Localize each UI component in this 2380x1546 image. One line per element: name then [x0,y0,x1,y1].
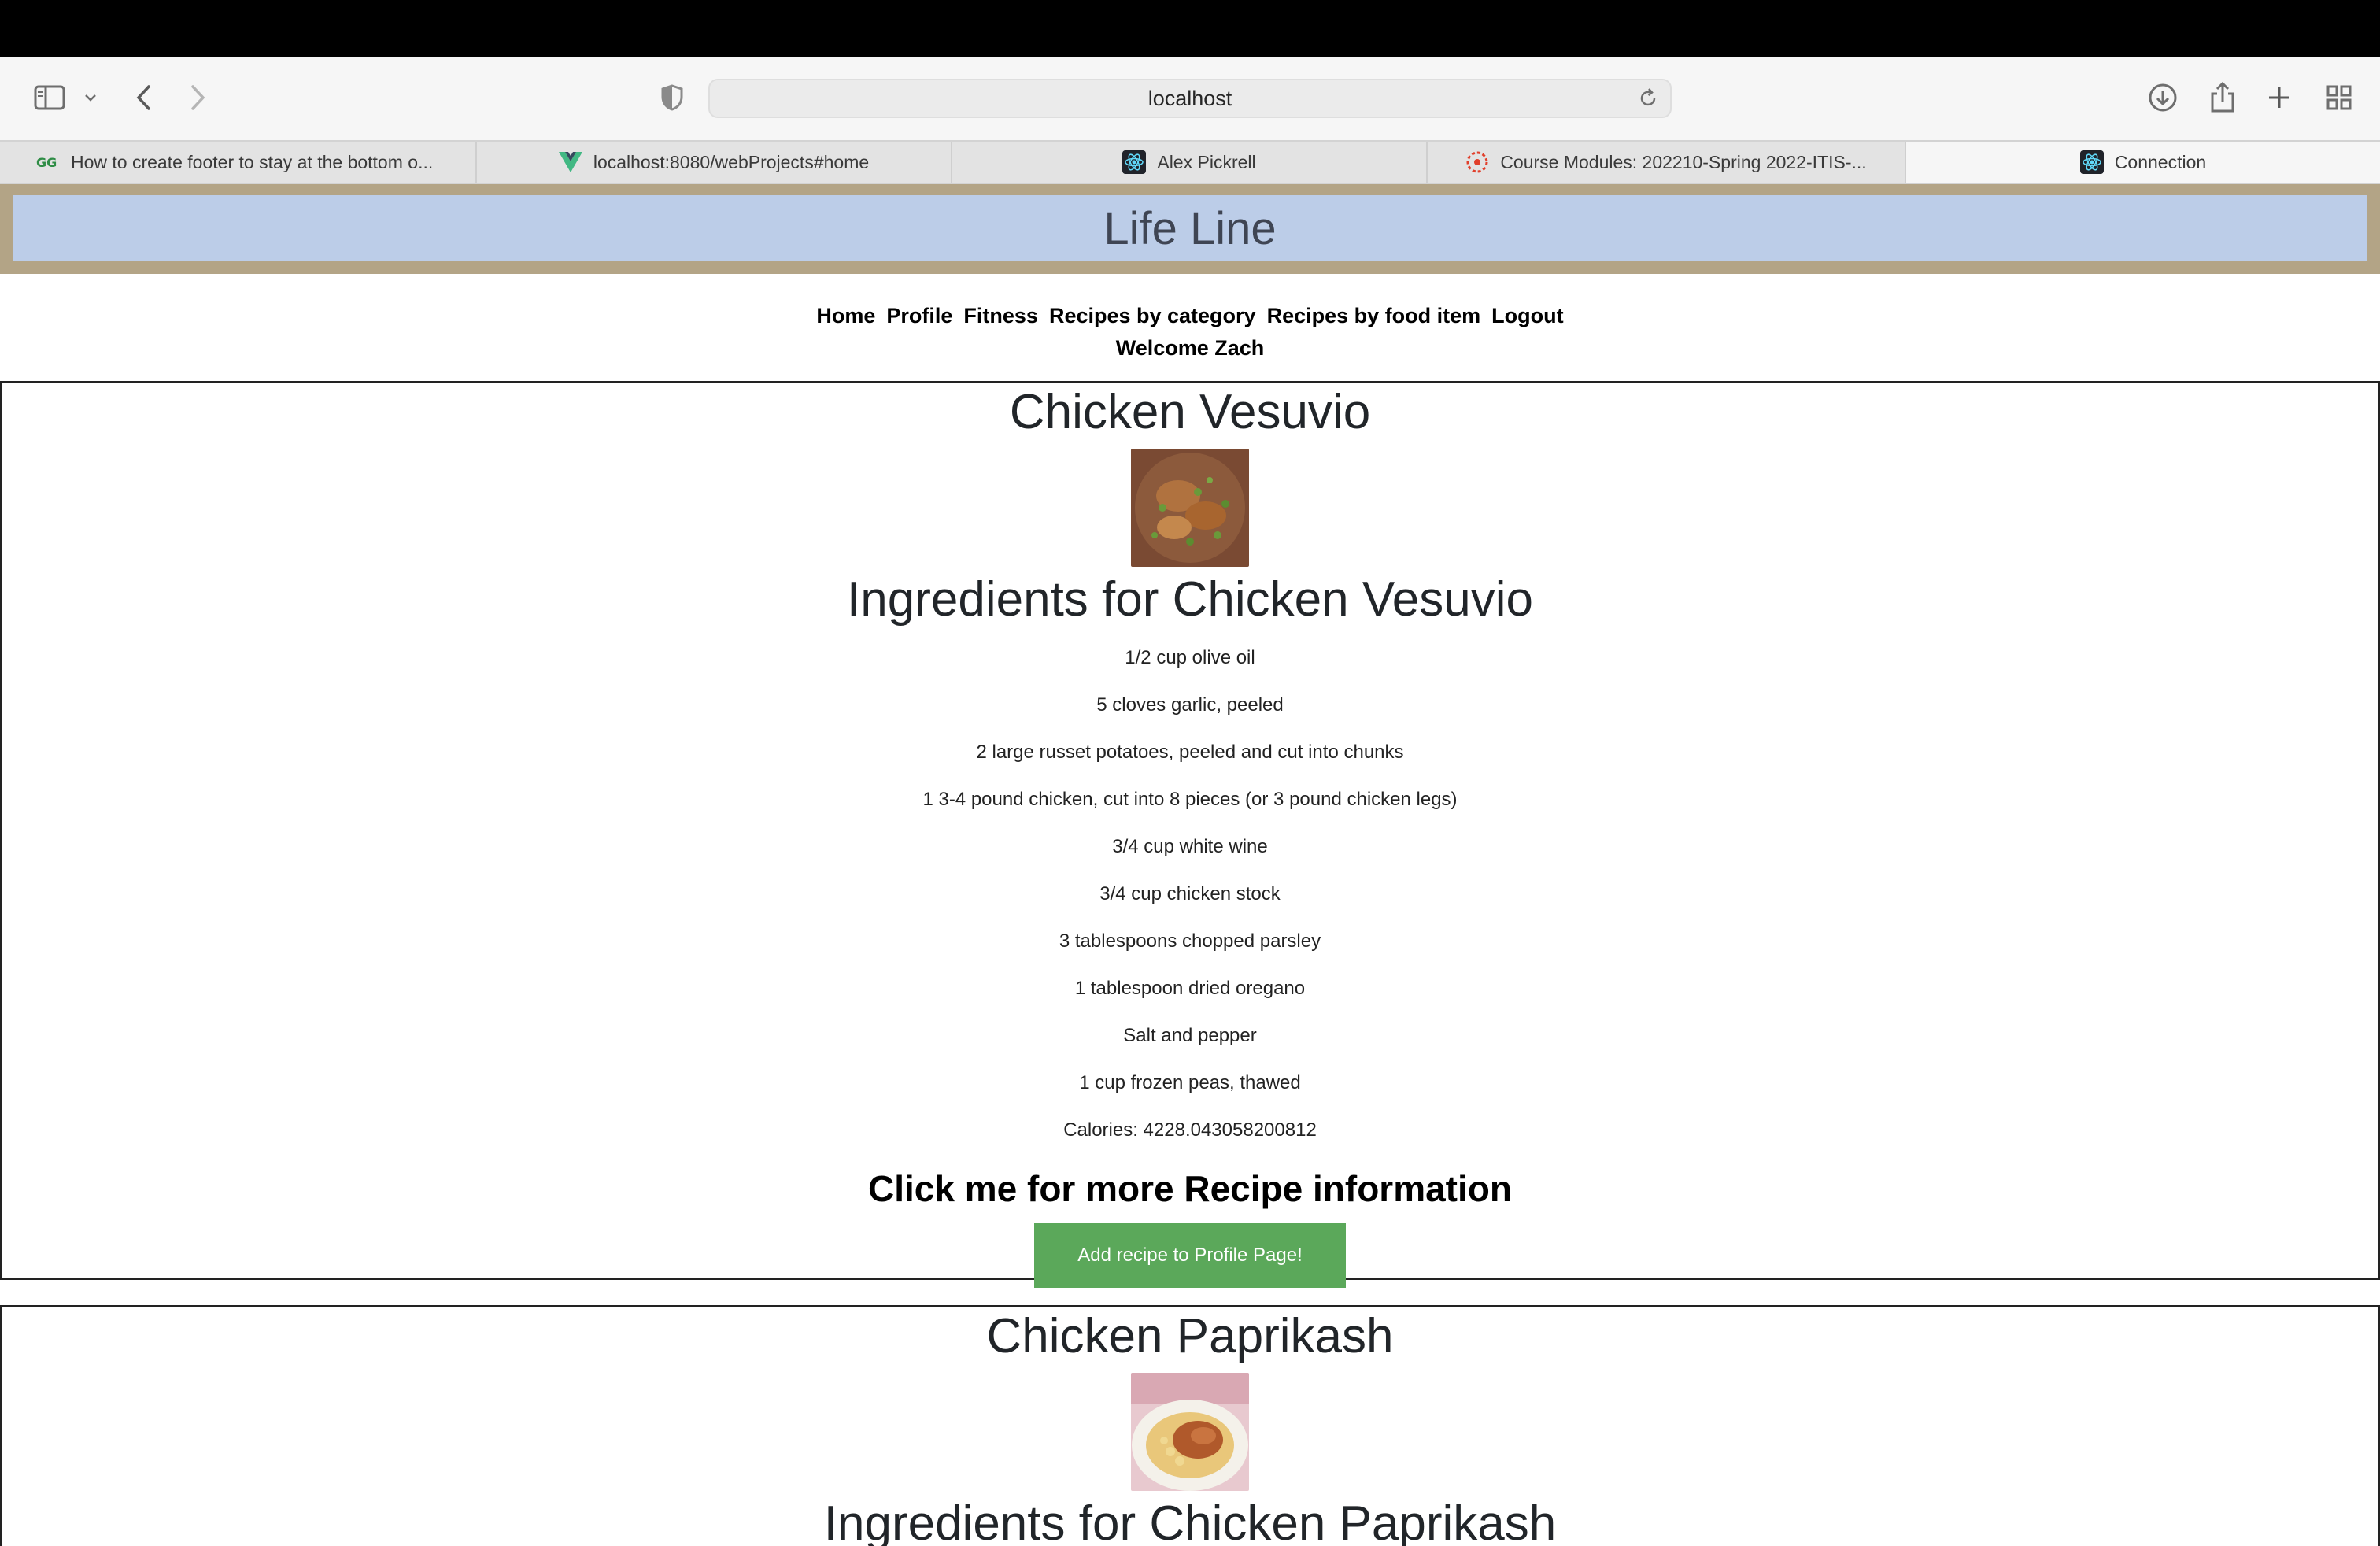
app-title: Life Line [1103,202,1277,254]
ingredient-item: Salt and pepper [1123,1025,1257,1046]
privacy-shield-icon[interactable] [658,76,686,120]
ingredients-heading: Ingredients for Chicken Vesuvio [847,572,1533,627]
main-nav: Home Profile Fitness Recipes by category… [0,304,2380,361]
tab-label: How to create footer to stay at the bott… [71,151,434,172]
page-content: Life Line Home Profile Fitness Recipes b… [0,184,2380,1546]
tab-label: Connection [2114,151,2207,172]
tab-label: localhost:8080/webProjects#home [593,151,870,172]
chevron-down-icon[interactable] [79,76,102,120]
tab-label: Course Modules: 202210-Spring 2022-ITIS-… [1500,151,1867,172]
svg-text:GG: GG [36,155,57,170]
ingredients-heading: Ingredients for Chicken Paprikash [823,1496,1557,1546]
canvas-favicon-icon [1465,150,1489,174]
ingredient-item: 3 tablespoons chopped parsley [1059,930,1321,952]
ingredient-item: 1 tablespoon dried oregano [1074,978,1306,999]
forward-arrow-icon[interactable] [184,76,213,120]
recipe-card: Chicken Vesuvio Ingredients for Chicken … [0,381,2380,1288]
recipe-title: Chicken Paprikash [986,1309,1394,1363]
download-icon[interactable] [2145,76,2180,120]
ingredient-item: 2 large russet potatoes, peeled and cut … [976,742,1404,763]
new-tab-plus-icon[interactable] [2262,76,2297,120]
tab-localhost-webprojects[interactable]: localhost:8080/webProjects#home [477,142,952,183]
ingredient-item: 3/4 cup white wine [1112,836,1268,857]
os-menu-bar [0,0,2380,57]
tab-connection[interactable]: Connection [1906,142,2380,183]
share-icon[interactable] [2205,76,2240,120]
recipe-title: Chicken Vesuvio [1009,385,1371,439]
geeksforgeeks-favicon-icon: GG [36,150,60,174]
ingredient-item: 1/2 cup olive oil [1125,647,1255,668]
calories-text: Calories: 4228.043058200812 [1063,1119,1317,1141]
react-favicon-icon [1122,150,1147,174]
ingredient-item: 1 3-4 pound chicken, cut into 8 pieces (… [922,789,1458,810]
nav-recipes-by-food-item-link[interactable]: Recipes by food item [1267,304,1481,328]
nav-logout-link[interactable]: Logout [1491,304,1563,328]
ingredient-item: 3/4 cup chicken stock [1099,883,1281,904]
tab-alex-pickrell[interactable]: Alex Pickrell [952,142,1428,183]
vue-favicon-icon [558,150,582,174]
nav-recipes-by-category-link[interactable]: Recipes by category [1049,304,1256,328]
nav-profile-link[interactable]: Profile [886,304,952,328]
ingredients-list: 1/2 cup olive oil 5 cloves garlic, peele… [2,634,2378,1154]
nav-home-link[interactable]: Home [816,304,875,328]
recipe-image [1131,449,1249,567]
recipe-image [1131,1373,1249,1491]
tab-geeksforgeeks[interactable]: GG How to create footer to stay at the b… [0,142,477,183]
ingredient-item: 1 cup frozen peas, thawed [1079,1072,1301,1093]
browser-toolbar: localhost [0,57,2380,140]
more-recipe-info-link[interactable]: Click me for more Recipe information [2,1165,2378,1212]
app-header: Life Line [0,184,2380,274]
react-favicon-icon [2079,150,2104,174]
tab-label: Alex Pickrell [1157,151,1256,172]
welcome-message: Welcome Zach [1115,336,1265,360]
nav-fitness-link[interactable]: Fitness [963,304,1038,328]
recipe-card: Chicken Paprikash Ingredients for Chicke… [0,1305,2380,1546]
back-arrow-icon[interactable] [129,76,157,120]
sidebar-toggle-icon[interactable] [30,76,69,120]
tab-bar: GG How to create footer to stay at the b… [0,140,2380,184]
reload-icon[interactable] [1637,87,1659,113]
add-recipe-to-profile-button[interactable]: Add recipe to Profile Page! [1034,1223,1346,1288]
ingredient-item: 5 cloves garlic, peeled [1096,694,1284,716]
tab-overview-icon[interactable] [2322,76,2356,120]
address-bar[interactable]: localhost [708,79,1672,118]
address-text: localhost [1148,86,1232,110]
app-header-banner: Life Line [13,195,2367,261]
tab-course-modules[interactable]: Course Modules: 202210-Spring 2022-ITIS-… [1428,142,1906,183]
